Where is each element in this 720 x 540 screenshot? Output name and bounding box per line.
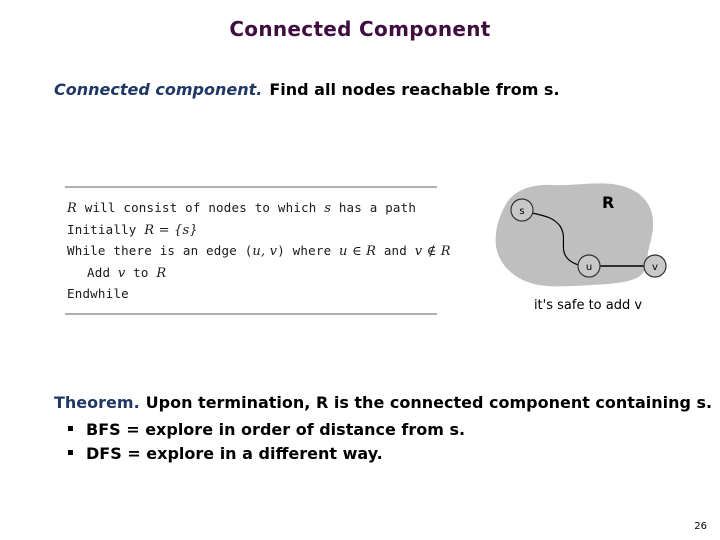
bullet-text: BFS = explore in order of distance from … xyxy=(86,420,466,439)
pseudocode-line-4-to: to xyxy=(125,264,157,280)
pseudocode-line-2-eq: = { xyxy=(154,222,183,238)
member-symbol: ∈ xyxy=(347,244,367,259)
var-r-1: R xyxy=(67,201,77,216)
lead-statement: Connected component. Find all nodes reach… xyxy=(54,80,560,99)
pseudocode-line-1-tail: has a path xyxy=(331,200,417,215)
pseudocode-line-3-and: and xyxy=(376,243,415,258)
bullet-text: DFS = explore in a different way. xyxy=(86,444,383,463)
var-u-1: u xyxy=(252,244,261,259)
pseudocode-line-1-text: will consist of nodes to which xyxy=(77,200,325,215)
pseudocode-box: R will consist of nodes to which s has a… xyxy=(65,186,451,315)
node-u-label: u xyxy=(586,262,592,273)
var-r-4: R xyxy=(440,244,451,259)
pseudocode-line-5: Endwhile xyxy=(67,286,129,301)
square-bullet-icon xyxy=(68,450,73,455)
pseudocode-line-2-close: } xyxy=(189,222,198,238)
var-r-2: R xyxy=(144,222,155,238)
pseudocode-line-3-comma: , xyxy=(261,244,270,259)
theorem-body-text: Upon termination, R is the connected com… xyxy=(145,393,713,412)
pseudocode-line-2-text: Initially xyxy=(67,221,145,237)
pseudocode-line-4-text: Add xyxy=(87,264,118,280)
var-r-5: R xyxy=(156,265,167,281)
pseudocode-line-4: Add v to R xyxy=(67,263,435,285)
square-bullet-icon xyxy=(68,426,73,431)
lead-accent-text: Connected component. xyxy=(54,80,263,99)
lead-body-text: Find all nodes reachable from s. xyxy=(269,80,560,99)
pseudocode-line-3-mid: ) where xyxy=(277,243,340,258)
node-s-label: s xyxy=(519,206,524,217)
not-member-symbol: ∉ xyxy=(422,244,441,259)
theorem-statement: Theorem. Upon termination, R is the conne… xyxy=(54,393,712,412)
region-label-R: R xyxy=(602,193,614,212)
list-item: BFS = explore in order of distance from … xyxy=(68,418,465,442)
pseudocode-line-3: While there is an edge (u, v) where u ∈ … xyxy=(67,241,451,263)
theorem-accent-text: Theorem. xyxy=(54,393,140,412)
slide-canvas: Connected Component Connected component.… xyxy=(0,0,720,540)
page-title: Connected Component xyxy=(229,17,491,41)
node-v-label: v xyxy=(652,262,658,273)
page-number: 26 xyxy=(694,521,707,532)
theorem-bullet-list: BFS = explore in order of distance from … xyxy=(68,418,465,466)
pseudocode-line-3-text: While there is an edge ( xyxy=(67,243,253,258)
pseudocode-line-2: Initially R = {s} xyxy=(67,220,435,242)
pseudocode-bottom-rule xyxy=(65,312,437,315)
var-u-2: u xyxy=(339,244,348,259)
var-r-3: R xyxy=(366,244,377,259)
pseudocode-lines: R will consist of nodes to which s has a… xyxy=(65,188,451,309)
list-item: DFS = explore in a different way. xyxy=(68,442,465,466)
diagram-caption: it's safe to add v xyxy=(533,298,643,313)
pseudocode-line-1: R will consist of nodes to which s has a… xyxy=(67,198,435,220)
